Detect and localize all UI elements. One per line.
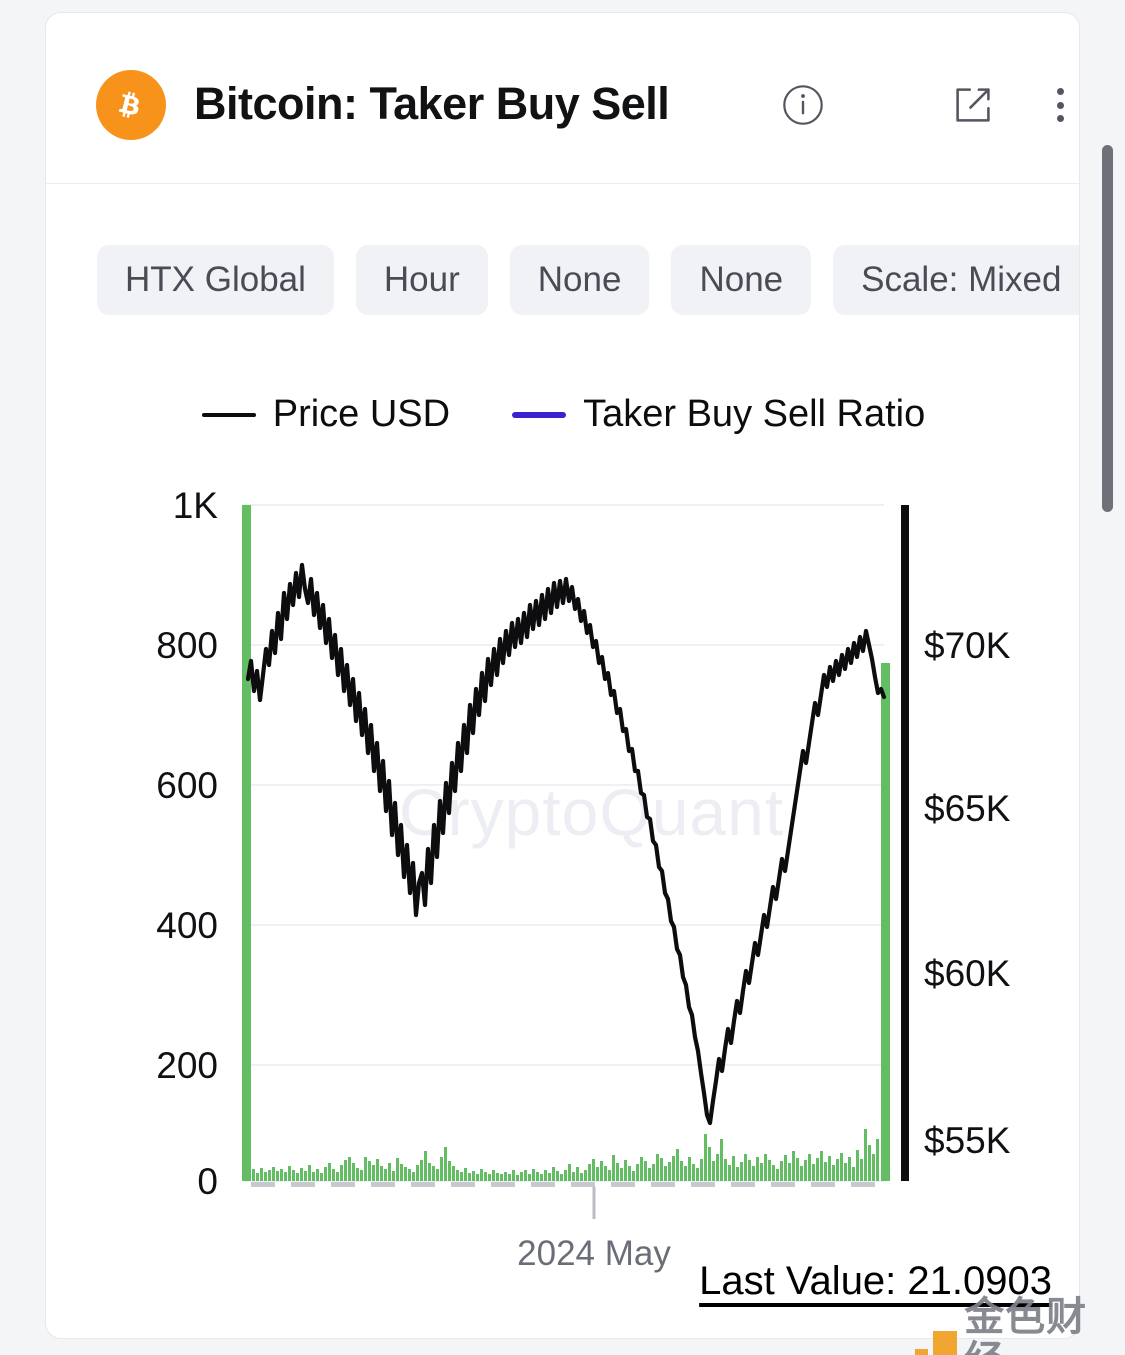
x-axis-label-2024-may: 2024 May (517, 1234, 671, 1273)
filter-chip-scale[interactable]: Scale: Mixed (833, 245, 1080, 315)
left-tick-1k: 1K (173, 485, 219, 526)
page-scrollbar-track[interactable] (1103, 0, 1121, 1355)
external-link-icon[interactable] (951, 83, 995, 127)
left-axis-ticks: 1K 800 600 400 200 0 (156, 485, 218, 1202)
jinse-finance-watermark: 金色财经 (915, 1295, 1125, 1355)
left-tick-0: 0 (197, 1161, 218, 1202)
left-tick-600: 600 (156, 765, 218, 806)
filter-chip-exchange[interactable]: HTX Global (97, 245, 334, 315)
page-scrollbar-thumb[interactable] (1102, 145, 1113, 512)
kebab-dot-1 (1057, 88, 1064, 95)
filter-chip-row: HTX Global Hour None None Scale: Mixed (97, 245, 1080, 315)
kebab-dot-3 (1057, 115, 1064, 122)
legend-label-ratio: Taker Buy Sell Ratio (583, 393, 925, 436)
legend-label-price: Price USD (273, 393, 450, 436)
kebab-dot-2 (1057, 102, 1064, 109)
chart-svg: CryptoQuant 1K 800 600 400 200 0 $70K $6… (46, 453, 1080, 1283)
ratio-spike-right (881, 663, 890, 1181)
bitcoin-icon (96, 70, 166, 140)
right-tick-70k: $70K (924, 625, 1011, 666)
jinse-watermark-text: 金色财经 (964, 1295, 1125, 1355)
right-tick-60k: $60K (924, 953, 1011, 994)
chart-legend: Price USD Taker Buy Sell Ratio (46, 393, 1080, 436)
filter-chip-interval[interactable]: Hour (356, 245, 488, 315)
screenshot-root: Bitcoin: Taker Buy Sell (0, 0, 1125, 1355)
legend-item-price[interactable]: Price USD (202, 393, 450, 436)
card-header: Bitcoin: Taker Buy Sell (46, 13, 1079, 184)
kebab-menu-icon[interactable] (1046, 83, 1074, 127)
legend-item-ratio[interactable]: Taker Buy Sell Ratio (512, 393, 925, 436)
filter-chip-option-two[interactable]: None (671, 245, 811, 315)
legend-swatch-price (202, 413, 256, 417)
chart-plot-area[interactable]: CryptoQuant 1K 800 600 400 200 0 $70K $6… (46, 453, 1080, 1283)
taker-ratio-bars (244, 1129, 879, 1181)
page-title: Bitcoin: Taker Buy Sell (194, 71, 669, 137)
left-tick-800: 800 (156, 625, 218, 666)
x-axis-minor-ticks (251, 1182, 875, 1187)
filter-chip-option-one[interactable]: None (510, 245, 650, 315)
ratio-spike-left (242, 505, 251, 1181)
left-tick-400: 400 (156, 905, 218, 946)
right-tick-55k: $55K (924, 1120, 1011, 1161)
left-tick-200: 200 (156, 1045, 218, 1086)
info-circle-icon[interactable] (781, 83, 825, 127)
right-tick-65k: $65K (924, 788, 1011, 829)
right-axis-ticks: $70K $65K $60K $55K (924, 625, 1011, 1161)
jinse-logo-icon (915, 1331, 956, 1355)
chart-card: Bitcoin: Taker Buy Sell (45, 12, 1080, 1339)
legend-swatch-ratio (512, 412, 566, 418)
chart-right-border (901, 505, 909, 1181)
